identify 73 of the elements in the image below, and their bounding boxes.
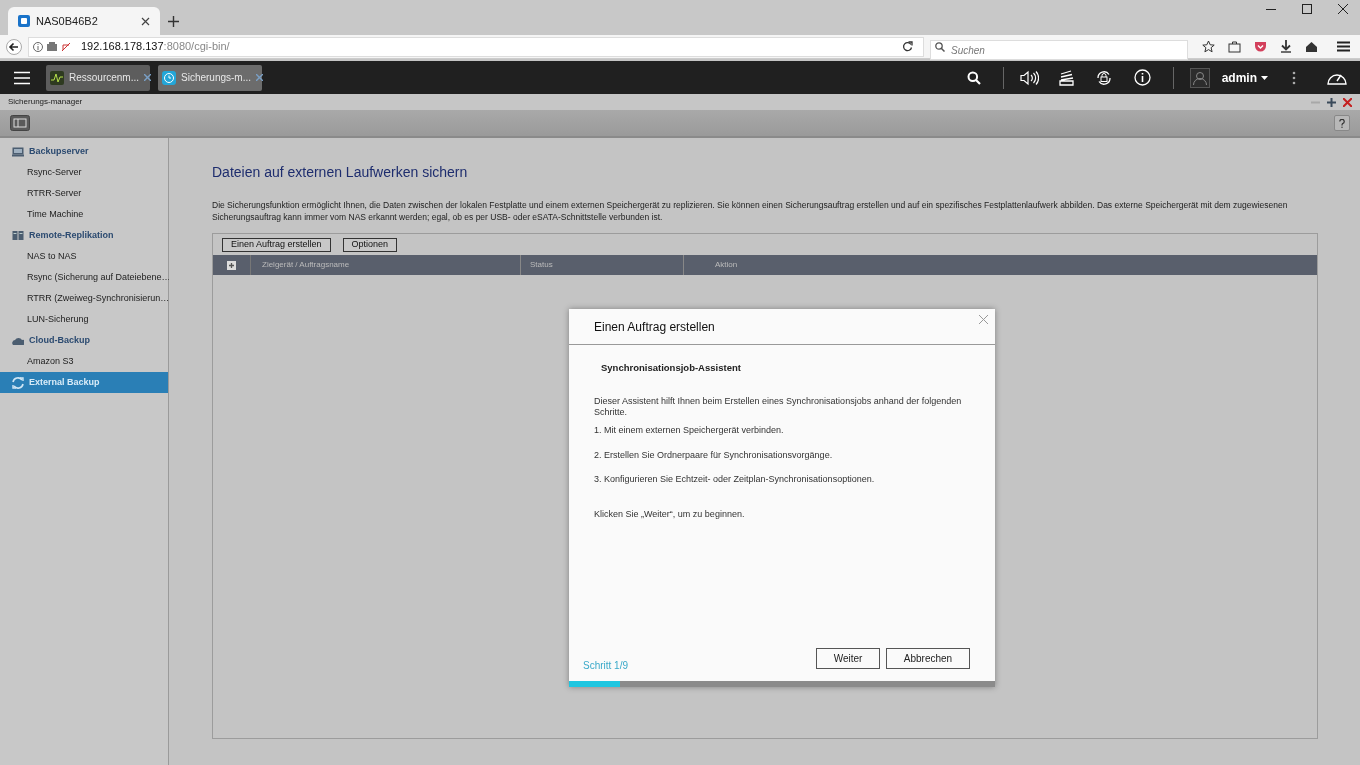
briefcase-icon[interactable] [1228,40,1241,53]
reload-icon[interactable] [902,41,913,52]
server-icon [12,145,24,158]
sidebar-item[interactable]: Time Machine [0,204,168,225]
caret-icon [1261,75,1268,80]
url-text: 192.168.178.137:8080/cgi-bin/ [81,39,231,55]
menu-icon[interactable] [1337,41,1350,52]
sidebar-item[interactable]: Rsync-Server [0,162,168,183]
server-pair-icon [12,229,24,242]
info-icon [33,41,43,52]
description-text: Die Sicherungsfunktion ermöglicht Ihnen, die Daten zwischen der lokalen Festplatte und einem externen Speichergerät zu replizieren. Sie können einen Sicherungsauftrag erstellen und auf ein spezifisches Festplattenlaufwerk abbilden. Das externe Speichergerät mit dem zugewiesenen Sicherungsauftrag kann immer vom NAS erkannt werden; egal, ob es per USB- oder eSATA-Schnittstelle verbunden ist. [212,199,1289,223]
step-text: 2. Erstellen Sie Ordnerpaare für Synchronisationsvorgänge. [594,448,834,462]
dialog-subtitle: Synchronisationsjob-Assistent [601,361,742,375]
clock-icon [162,70,176,85]
blocked-icon [61,41,71,52]
column-header[interactable]: Zielgerät / Auftragsname [262,259,350,271]
dialog-button[interactable]: Abbrechen [886,648,970,669]
expand-icon[interactable] [227,260,236,270]
app-tab[interactable]: Sicherungs-m... [158,64,262,91]
help-icon [1339,118,1345,128]
search-field[interactable]: Suchen [930,40,1188,60]
sidebar-item[interactable]: LUN-Sicherung [0,309,168,330]
step-indicator: Schritt 1/9 [583,659,630,673]
column-header[interactable]: Status [530,259,553,271]
plugin-icon [47,42,57,51]
app-title: Sicherungs-manager [8,96,84,108]
panel-toggle-icon[interactable] [10,115,30,131]
sync-icon[interactable] [1094,68,1113,87]
step-text: 3. Konfigurieren Sie Echtzeit- oder Zeitplan-Synchronisationsoptionen. [594,473,876,487]
help-button[interactable] [1334,115,1350,131]
toolbar-button[interactable]: Optionen [342,237,398,252]
address-field[interactable]: 192.168.178.137:8080/cgi-bin/ [28,36,924,57]
sidebar-item[interactable]: Cloud-Backup [0,330,168,351]
sidebar-item[interactable]: NAS to NAS [0,246,168,267]
sidebar-item[interactable]: Backupserver [0,141,168,162]
instruction-text: Klicken Sie „Weiter“, um zu beginnen. [594,507,746,521]
back-icon[interactable] [6,38,22,55]
app-tab[interactable]: Ressourcenm... [46,64,150,91]
browser-tab[interactable]: NAS0B46B2 [8,7,160,35]
maximize-icon[interactable] [1302,4,1312,14]
more-icon[interactable] [1292,70,1296,85]
dialog-button[interactable]: Weiter [816,648,880,669]
maximize-icon[interactable] [1327,97,1336,107]
close-icon[interactable] [144,74,152,81]
speaker-icon[interactable] [1019,69,1039,86]
page-title: Dateien auf externen Laufwerken sichern [212,163,469,182]
app-logo-icon [18,15,30,27]
pocket-icon[interactable] [1254,40,1267,53]
sidebar-item[interactable]: External Backup [0,372,168,393]
close-icon[interactable] [256,74,264,81]
user-avatar-icon[interactable] [1189,67,1210,88]
star-icon[interactable] [1202,40,1215,53]
dialog-title: Einen Auftrag erstellen [594,318,715,336]
sidebar-item[interactable]: Remote-Replikation [0,225,168,246]
sidebar-item[interactable]: Amazon S3 [0,351,168,372]
download-icon[interactable] [1280,40,1292,53]
monitor-icon [50,70,64,85]
search-icon[interactable] [966,70,981,85]
info-icon[interactable] [1133,69,1151,86]
sync-icon [12,376,24,389]
stack-icon[interactable] [1058,69,1074,86]
sidebar-item[interactable]: Rsync (Sicherung auf Dateiebene… [0,267,168,288]
step-text: 1. Mit einem externen Speichergerät verbinden. [594,424,785,438]
user-menu[interactable]: admin [1221,68,1268,87]
search-icon [935,41,945,52]
new-tab-icon[interactable] [168,16,179,27]
close-icon[interactable] [141,16,150,26]
intro-text: Dieser Assistent hilft Ihnen beim Erstellen eines Synchronisationsjobs anhand der folgenden Schritte. [594,396,963,419]
sidebar-item[interactable]: RTRR-Server [0,183,168,204]
toolbar-button[interactable]: Einen Auftrag erstellen [222,237,331,252]
home-icon[interactable] [1305,40,1318,53]
sidebar-item[interactable]: RTRR (Zweiweg-Synchronisierun… [0,288,168,309]
close-icon[interactable] [1338,4,1348,14]
